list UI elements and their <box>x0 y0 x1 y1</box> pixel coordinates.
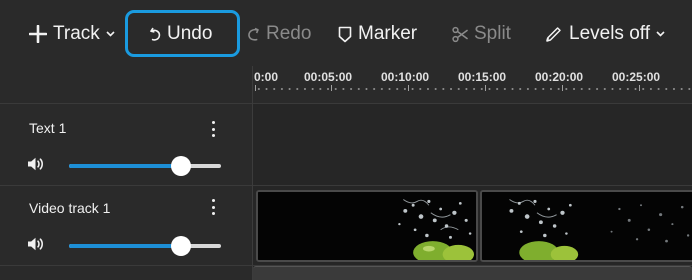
toolbar: Track Undo Redo Marker Split Levels off <box>0 0 692 66</box>
pencil-icon <box>545 25 563 43</box>
add-track-label: Track <box>53 23 100 44</box>
volume-slider[interactable] <box>69 156 221 176</box>
redo-label: Redo <box>266 23 312 44</box>
time-ruler[interactable]: 0:00 00:05:00 00:10:00 00:15:00 00:20:00… <box>253 66 692 104</box>
undo-button[interactable]: Undo <box>150 18 212 50</box>
ruler-tick-label: 00:25:00 <box>612 70 661 84</box>
undo-label: Undo <box>167 23 213 44</box>
plus-icon <box>29 25 47 43</box>
undo-icon <box>150 26 161 42</box>
volume-slider[interactable] <box>69 236 221 256</box>
speaker-icon[interactable] <box>27 156 45 172</box>
ruler-major-tick <box>562 85 563 91</box>
volume-slider-fill <box>69 164 182 168</box>
ruler-minor-ticks <box>255 88 692 90</box>
scissors-icon <box>452 26 468 43</box>
split-button[interactable]: Split <box>452 18 511 50</box>
video-clip[interactable] <box>256 190 478 262</box>
speaker-icon[interactable] <box>27 236 45 252</box>
redo-button[interactable]: Redo <box>247 18 311 50</box>
ruler-tick-label: 00:15:00 <box>458 70 507 84</box>
ruler-tick-label: 00:10:00 <box>381 70 430 84</box>
ruler-tick-label: 0:00 <box>254 70 279 84</box>
track-header-spacer <box>0 266 252 280</box>
clip-thumbnail <box>258 192 476 260</box>
volume-slider-fill <box>69 244 182 248</box>
redo-icon <box>247 26 260 42</box>
ruler-major-tick <box>485 85 486 91</box>
next-track-lane[interactable] <box>253 266 692 280</box>
add-track-button[interactable]: Track <box>29 18 115 50</box>
marker-button[interactable]: Marker <box>338 18 417 50</box>
ruler-tick-label: 00:05:00 <box>304 70 353 84</box>
ruler-major-tick <box>639 85 640 91</box>
chevron-down-icon <box>656 31 665 37</box>
clip-thumbnail <box>482 192 692 260</box>
more-vertical-icon[interactable] <box>209 199 217 215</box>
marker-icon <box>338 26 352 43</box>
volume-slider-thumb[interactable] <box>171 156 192 176</box>
volume-slider-thumb[interactable] <box>171 236 192 256</box>
track-name: Text 1 <box>29 120 67 136</box>
track-name: Video track 1 <box>29 200 111 216</box>
ruler-major-tick <box>255 85 256 91</box>
track-lane-video-1[interactable] <box>253 186 692 266</box>
track-lane-text-1[interactable] <box>253 104 692 186</box>
track-header-video-1: Video track 1 <box>0 186 252 266</box>
ruler-tick-label: 00:20:00 <box>535 70 584 84</box>
ruler-major-tick <box>331 85 332 91</box>
levels-dropdown[interactable]: Levels off <box>545 18 665 50</box>
chevron-down-icon <box>106 31 115 37</box>
ruler-major-tick <box>408 85 409 91</box>
split-label: Split <box>474 23 511 44</box>
track-header-text-1: Text 1 <box>0 104 252 186</box>
video-clip[interactable] <box>480 190 692 262</box>
track-header-spacer <box>0 66 252 104</box>
levels-label: Levels off <box>569 23 650 44</box>
marker-label: Marker <box>358 23 418 44</box>
more-vertical-icon[interactable] <box>209 121 217 137</box>
